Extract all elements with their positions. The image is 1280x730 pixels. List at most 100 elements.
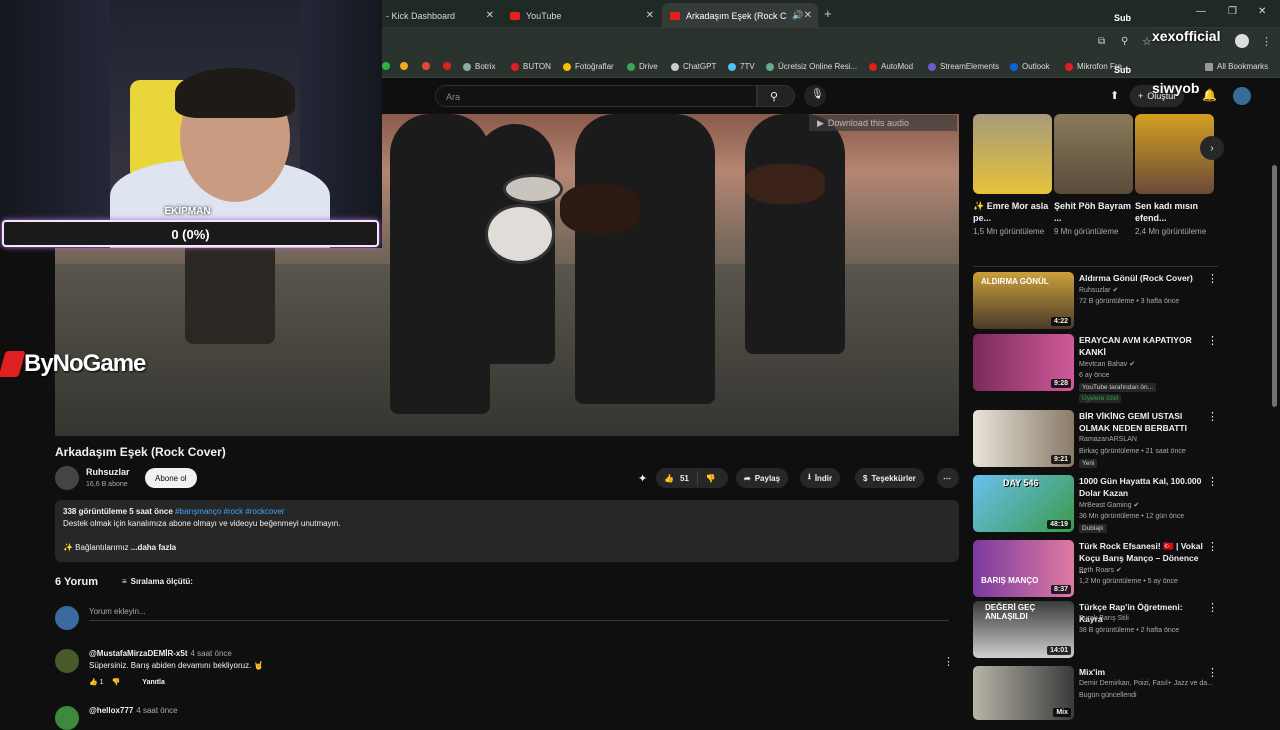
comment-author[interactable]: @hellox777 4 saat önce: [89, 706, 178, 715]
recommendation-menu-icon[interactable]: ⋮: [1207, 666, 1218, 679]
tab-current-video[interactable]: Arkadaşım Eşek (Rock Cover) 🔊 ✕: [662, 3, 818, 28]
description-more[interactable]: ...daha fazla: [131, 543, 176, 552]
download-button[interactable]: ⭳ İndir: [800, 468, 841, 488]
comment-dislike-button[interactable]: 👎: [112, 678, 121, 686]
account-avatar[interactable]: [1233, 87, 1251, 105]
recommendation-item[interactable]: DEĞERİ GEÇ ANLAŞILDI 14:01 Türkçe Rap'in …: [973, 601, 1218, 661]
recommendation-menu-icon[interactable]: ⋮: [1207, 540, 1218, 553]
short-title: ✨ Emre Mor asla pe...: [973, 201, 1049, 223]
recommendation-menu-icon[interactable]: ⋮: [1207, 410, 1218, 423]
subscribe-button[interactable]: Abone ol: [145, 468, 197, 488]
bookmark-icon[interactable]: [422, 62, 430, 70]
recommendation-channel: Mevtcan Bahav ✔: [1079, 361, 1136, 368]
recommendation-meta: Birkaç görüntüleme • 21 saat önce: [1079, 448, 1186, 455]
tab-kick-dashboard[interactable]: - Kick Dashboard ✕: [378, 3, 500, 28]
recommendation-meta: Bugün güncellendi: [1079, 692, 1137, 699]
recommendation-thumbnail: DAY 546 48:19: [973, 475, 1074, 532]
bookmark-all[interactable]: All Bookmarks: [1205, 62, 1268, 71]
bookmark-buton[interactable]: BUTON: [511, 62, 551, 71]
recommendation-thumbnail: BARIŞ MANÇO 8:37: [973, 540, 1074, 597]
thanks-icon: $: [863, 473, 868, 483]
members-only-badge: Üyelere özel: [1079, 394, 1122, 403]
more-actions-button[interactable]: ⋯: [937, 468, 959, 488]
bookmark-7tv[interactable]: 7TV: [728, 62, 755, 71]
voice-search-button[interactable]: 🎙: [804, 85, 826, 107]
bookmark-chatgpt[interactable]: ChatGPT: [671, 62, 716, 71]
recommendation-menu-icon[interactable]: ⋮: [1207, 601, 1218, 614]
tab-label: - Kick Dashboard: [386, 10, 456, 21]
bookmark-botrix[interactable]: Botrix: [463, 62, 495, 71]
search-button[interactable]: ⚲: [757, 85, 795, 107]
recommendation-title: ERAYCAN AVM KAPATIYOR KANKİ: [1079, 335, 1192, 357]
bookmark-icon[interactable]: [382, 62, 390, 70]
bookmark-outlook[interactable]: Outlook: [1010, 62, 1050, 71]
recommendation-menu-icon[interactable]: ⋮: [1207, 272, 1218, 285]
menu-icon[interactable]: ⋮: [1261, 35, 1272, 48]
comment-menu-icon[interactable]: ⋮: [943, 655, 954, 668]
close-icon[interactable]: ✕: [646, 10, 654, 21]
recommendation-title: Mix'im: [1079, 667, 1106, 677]
description-tags[interactable]: #barışmanço #rock #rockcover: [175, 507, 284, 516]
video-title: Arkadaşım Eşek (Rock Cover): [55, 445, 226, 459]
hype-icon[interactable]: ✦: [638, 472, 647, 485]
recommendation-menu-icon[interactable]: ⋮: [1207, 334, 1218, 347]
share-button[interactable]: ➦ Paylaş: [736, 468, 789, 488]
short-item[interactable]: Şehit Pöh Bayram ... 9 Mn görüntüleme: [1054, 114, 1133, 237]
thanks-button[interactable]: $ Teşekkürler: [855, 468, 924, 488]
video-description[interactable]: 338 görüntüleme 5 saat önce #barışmanço …: [55, 500, 959, 562]
bookmark-fotograflar[interactable]: Fotoğraflar: [563, 62, 614, 71]
profile-avatar[interactable]: [1235, 34, 1249, 48]
bookmark-drive[interactable]: Drive: [627, 62, 658, 71]
add-comment-input[interactable]: Yorum ekleyin...: [89, 607, 949, 621]
my-avatar: [55, 606, 79, 630]
comment-reply-button[interactable]: Yanıtla: [142, 679, 165, 686]
bookmark-icon[interactable]: [400, 62, 408, 70]
comment-avatar[interactable]: [55, 706, 79, 730]
cast-icon[interactable]: ⧉: [1098, 36, 1105, 47]
sort-comments-button[interactable]: ≡ Sıralama ölçütü:: [122, 577, 193, 586]
channel-avatar[interactable]: [55, 466, 79, 490]
recommendation-meta: 36 Mn görüntüleme • 12 gün önce: [1079, 513, 1185, 520]
recommendation-item[interactable]: ALDIRMA GÖNÜL 4:22 Aldırma Gönül (Rock Co…: [973, 272, 1218, 332]
new-tab-button[interactable]: +: [824, 6, 832, 21]
recommendation-item[interactable]: 9:21 BİR VİKİNG GEMİ USTASI OLMAK NEDEN …: [973, 410, 1218, 470]
recommendation-meta: 6 ay önce: [1079, 372, 1110, 379]
bookmark-streamelements[interactable]: StreamElements: [928, 62, 999, 71]
tab-youtube[interactable]: YouTube ✕: [502, 3, 660, 28]
dislike-button[interactable]: 👎: [706, 474, 716, 483]
recommendation-item[interactable]: BARIŞ MANÇO 8:37 Türk Rock Efsanesi! 🇹🇷 |…: [973, 540, 1218, 600]
recommendation-item[interactable]: Mix Mix'im Demir Demirkan, Poizi, Fasıl+…: [973, 666, 1218, 726]
search-input[interactable]: Ara: [435, 85, 757, 107]
upload-icon[interactable]: ⬆: [1110, 89, 1119, 102]
bookmark-ucretsiz[interactable]: Ücretsiz Online Resi...: [766, 62, 857, 71]
bell-icon[interactable]: 🔔: [1202, 88, 1217, 102]
maximize-icon[interactable]: ❐: [1228, 6, 1237, 17]
short-item[interactable]: ✨ Emre Mor asla pe... 1,5 Mn görüntüleme: [973, 114, 1052, 237]
comment-author[interactable]: @MustafaMirzaDEMİR-x5t 4 saat önce: [89, 649, 232, 658]
recommendation-item[interactable]: 9:28 ERAYCAN AVM KAPATIYOR KANKİ Mevtcan…: [973, 334, 1218, 403]
page-scrollbar[interactable]: [1272, 165, 1277, 407]
description-text: Destek olmak için kanalımıza abone olmay…: [63, 519, 341, 528]
minimize-icon[interactable]: —: [1196, 6, 1206, 17]
sponsor-logo: ByNoGame: [0, 350, 146, 378]
like-button[interactable]: 👍 51: [664, 474, 689, 483]
comment-avatar[interactable]: [55, 649, 79, 673]
close-icon[interactable]: ✕: [486, 10, 494, 21]
recommendation-thumbnail: ALDIRMA GÖNÜL 4:22: [973, 272, 1074, 329]
channel-subscribers: 16,6 B abone: [86, 481, 128, 488]
short-item[interactable]: Sen kadı mısın efend... 2,4 Mn görüntüle…: [1135, 114, 1214, 237]
short-thumbnail: [973, 114, 1052, 194]
close-icon[interactable]: ✕: [804, 10, 812, 21]
window-close-icon[interactable]: ✕: [1258, 6, 1266, 17]
download-audio-button[interactable]: ▶ Download this audio: [809, 115, 957, 131]
comment-like-button[interactable]: 👍 1: [89, 678, 104, 686]
bookmark-icon[interactable]: [443, 62, 451, 70]
short-views: 9 Mn görüntüleme: [1054, 227, 1119, 236]
shorts-next-button[interactable]: ›: [1200, 136, 1224, 160]
star-icon[interactable]: ☆: [1142, 35, 1152, 48]
zoom-icon[interactable]: ⚲: [1121, 36, 1128, 47]
recommendation-menu-icon[interactable]: ⋮: [1207, 475, 1218, 488]
recommendation-item[interactable]: DAY 546 48:19 1000 Gün Hayatta Kal, 100.0…: [973, 475, 1218, 535]
channel-name[interactable]: Ruhsuzlar: [86, 467, 130, 477]
bookmark-automod[interactable]: AutoMod: [869, 62, 913, 71]
